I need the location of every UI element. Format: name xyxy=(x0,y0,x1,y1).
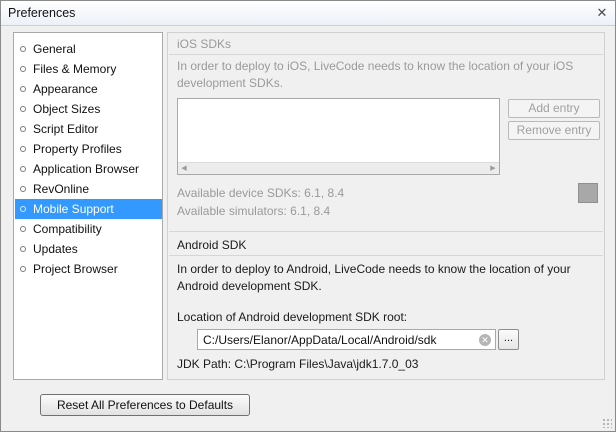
preferences-window: Preferences ✕ General Files & Memory App… xyxy=(0,0,616,432)
available-simulators: Available simulators: 6.1, 8.4 xyxy=(177,204,331,218)
sidebar-item-updates[interactable]: Updates xyxy=(15,239,162,259)
preferences-category-list: General Files & Memory Appearance Object… xyxy=(13,32,163,380)
ios-status-swatch[interactable] xyxy=(578,183,598,203)
android-description-line: Android development SDK. xyxy=(177,279,322,293)
sidebar-item-label: Project Browser xyxy=(33,262,118,276)
bullet-icon xyxy=(20,46,26,52)
sidebar-item-label: General xyxy=(33,42,76,56)
android-divider xyxy=(169,255,603,256)
sidebar-item-property-profiles[interactable]: Property Profiles xyxy=(15,139,162,159)
sidebar-item-label: Script Editor xyxy=(33,122,99,136)
horizontal-scrollbar[interactable]: ◀ ▶ xyxy=(178,162,499,174)
bullet-icon xyxy=(20,146,26,152)
android-sdk-root-field[interactable]: C:/Users/Elanor/AppData/Local/Android/sd… xyxy=(197,329,496,350)
sidebar-item-label: Appearance xyxy=(33,82,98,96)
available-device-sdks: Available device SDKs: 6.1, 8.4 xyxy=(177,186,345,200)
add-entry-button[interactable]: Add entry xyxy=(508,99,600,118)
ios-description-line: In order to deploy to iOS, LiveCode need… xyxy=(177,59,574,73)
bullet-icon xyxy=(20,226,26,232)
sidebar-item-appearance[interactable]: Appearance xyxy=(15,79,162,99)
sidebar-item-label: Files & Memory xyxy=(33,62,117,76)
ios-divider xyxy=(169,54,603,55)
ios-sdks-heading: iOS SDKs xyxy=(177,37,232,51)
sidebar-item-label: RevOnline xyxy=(33,182,90,196)
android-description: In order to deploy to Android, LiveCode … xyxy=(177,261,587,295)
bullet-icon xyxy=(20,266,26,272)
close-icon[interactable]: ✕ xyxy=(595,6,609,20)
sidebar-item-label: Property Profiles xyxy=(33,142,122,156)
sidebar-item-label: Application Browser xyxy=(33,162,140,176)
sidebar-item-label: Object Sizes xyxy=(33,102,101,116)
android-top-divider xyxy=(169,231,603,232)
sidebar-item-mobile-support[interactable]: Mobile Support xyxy=(15,199,162,219)
android-description-line: In order to deploy to Android, LiveCode … xyxy=(177,262,571,276)
remove-entry-button[interactable]: Remove entry xyxy=(508,121,600,140)
resize-grip-icon[interactable] xyxy=(602,418,612,428)
ios-description-line: development SDKs. xyxy=(177,76,284,90)
sidebar-item-files-memory[interactable]: Files & Memory xyxy=(15,59,162,79)
bullet-icon xyxy=(20,126,26,132)
sidebar-item-project-browser[interactable]: Project Browser xyxy=(15,259,162,279)
sidebar-item-label: Updates xyxy=(33,242,78,256)
scroll-right-icon[interactable]: ▶ xyxy=(487,163,499,174)
sidebar-item-label: Compatibility xyxy=(33,222,102,236)
reset-all-preferences-button[interactable]: Reset All Preferences to Defaults xyxy=(40,394,250,416)
ios-sdk-list[interactable]: ◀ ▶ xyxy=(177,98,500,175)
bullet-icon xyxy=(20,206,26,212)
bullet-icon xyxy=(20,86,26,92)
ios-description: In order to deploy to iOS, LiveCode need… xyxy=(177,58,587,92)
sidebar-item-compatibility[interactable]: Compatibility xyxy=(15,219,162,239)
sidebar-item-revonline[interactable]: RevOnline xyxy=(15,179,162,199)
bullet-icon xyxy=(20,106,26,112)
scroll-left-icon[interactable]: ◀ xyxy=(178,163,190,174)
sidebar-item-application-browser[interactable]: Application Browser xyxy=(15,159,162,179)
sidebar-item-script-editor[interactable]: Script Editor xyxy=(15,119,162,139)
sdk-root-label: Location of Android development SDK root… xyxy=(177,310,408,324)
sidebar-item-label: Mobile Support xyxy=(33,202,114,216)
clear-icon[interactable]: ✕ xyxy=(479,334,491,346)
jdk-path: JDK Path: C:\Program Files\Java\jdk1.7.0… xyxy=(177,357,419,371)
bullet-icon xyxy=(20,246,26,252)
bullet-icon xyxy=(20,166,26,172)
android-sdk-heading: Android SDK xyxy=(177,238,247,252)
bullet-icon xyxy=(20,186,26,192)
browse-button[interactable]: ... xyxy=(498,329,519,350)
window-title: Preferences xyxy=(8,6,76,20)
sidebar-item-general[interactable]: General xyxy=(15,39,162,59)
bullet-icon xyxy=(20,66,26,72)
sidebar-item-object-sizes[interactable]: Object Sizes xyxy=(15,99,162,119)
title-bar[interactable]: Preferences ✕ xyxy=(1,1,615,26)
android-sdk-root-value: C:/Users/Elanor/AppData/Local/Android/sd… xyxy=(203,333,437,347)
